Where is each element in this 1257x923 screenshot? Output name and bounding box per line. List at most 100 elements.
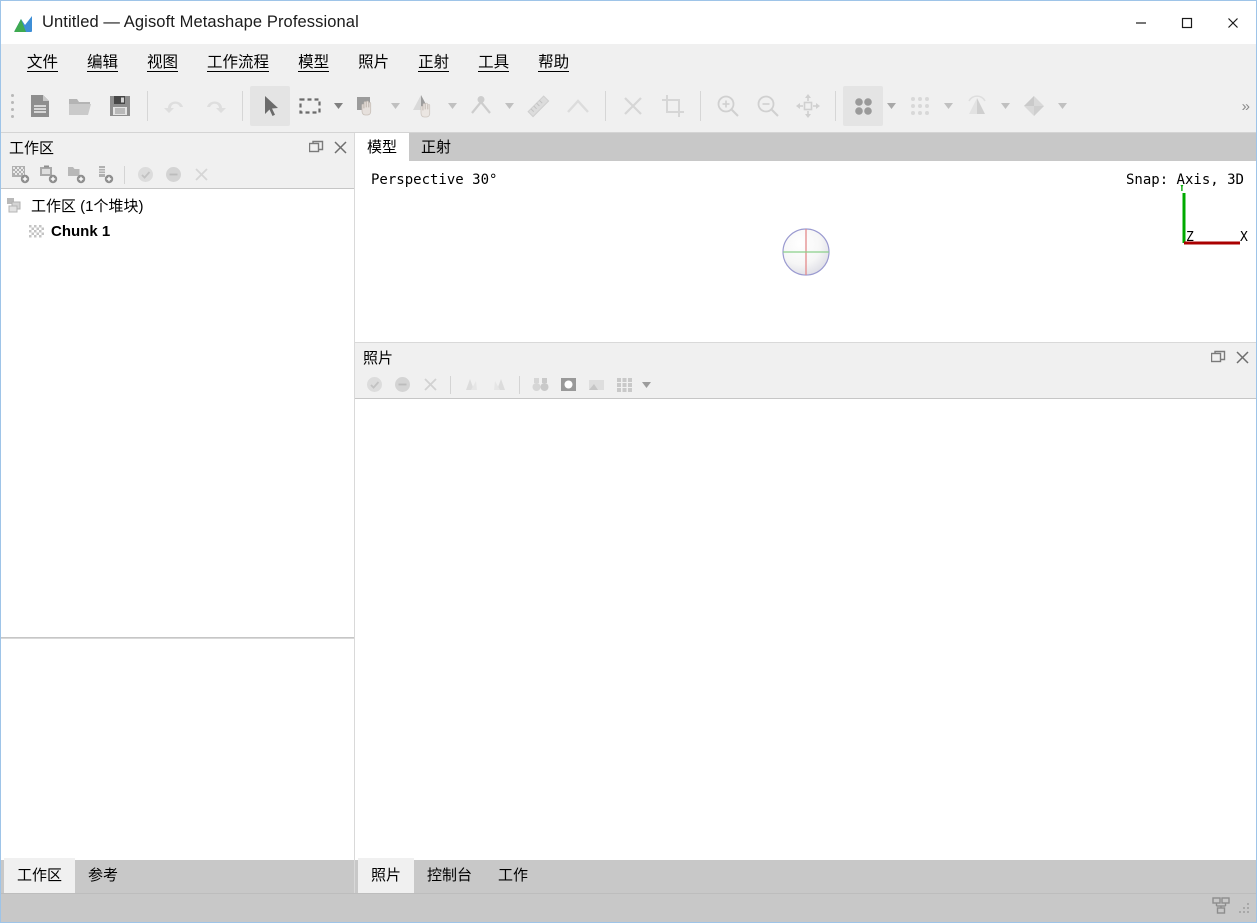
photos-close-button[interactable] xyxy=(1232,347,1252,367)
rotate-region-dropdown-arrow[interactable] xyxy=(501,86,518,126)
rectangle-selection-dropdown-arrow[interactable] xyxy=(330,86,347,126)
menu-file[interactable]: 文件 xyxy=(16,47,69,76)
remove-items-button[interactable] xyxy=(187,163,215,187)
chunk-label: Chunk 1 xyxy=(51,222,111,240)
tree-row-workspace-root[interactable]: 工作区 (1个堆块) xyxy=(1,192,354,218)
minimize-button[interactable] xyxy=(1118,1,1164,44)
move-region-button[interactable] xyxy=(347,86,387,126)
photos-undock-button[interactable] xyxy=(1208,347,1228,367)
mesh-shaded-view-button[interactable] xyxy=(957,86,997,126)
workspace-panel-toolbar xyxy=(1,161,354,188)
tab-console[interactable]: 控制台 xyxy=(414,858,485,893)
redo-button[interactable] xyxy=(195,86,235,126)
photo-details-button[interactable] xyxy=(554,373,582,397)
photos-panel-title: 照片 xyxy=(363,349,394,367)
main-area: 工作区 工作区 (1个堆块) Chunk 1 工作区 参考 模型 正射 Pers… xyxy=(1,133,1256,893)
add-folder-button[interactable] xyxy=(62,163,90,187)
workspace-lower-blank-area xyxy=(1,638,354,860)
ruler-button[interactable] xyxy=(518,86,558,126)
navigation-tool-button[interactable] xyxy=(250,86,290,126)
network-processing-icon[interactable] xyxy=(1211,896,1231,920)
new-project-button[interactable] xyxy=(20,86,60,126)
left-dock: 工作区 工作区 (1个堆块) Chunk 1 工作区 参考 xyxy=(1,133,354,893)
workspace-panel-header: 工作区 xyxy=(1,133,354,161)
disable-button[interactable] xyxy=(159,163,187,187)
save-project-button[interactable] xyxy=(100,86,140,126)
add-marker-button[interactable] xyxy=(90,163,118,187)
photos-list-area[interactable] xyxy=(355,398,1256,860)
menu-photo-label: 照片 xyxy=(358,54,390,71)
dense-cloud-dropdown-arrow[interactable] xyxy=(940,86,957,126)
svg-text:X: X xyxy=(1240,230,1248,245)
disable-photos-button[interactable] xyxy=(388,373,416,397)
remove-photos-button[interactable] xyxy=(416,373,444,397)
window-controls xyxy=(1118,1,1256,44)
model-viewport[interactable]: Perspective 30° Snap: Axis, 3D Z X Y xyxy=(355,161,1256,343)
photos-panel-header: 照片 xyxy=(355,343,1256,371)
open-project-button[interactable] xyxy=(60,86,100,126)
zoom-in-button[interactable] xyxy=(708,86,748,126)
photo-thumbnail-button[interactable] xyxy=(582,373,610,397)
menu-help[interactable]: 帮助 xyxy=(527,47,580,76)
view-trackball-icon[interactable] xyxy=(781,227,831,277)
toolbar-drag-handle[interactable] xyxy=(7,86,17,126)
tab-photos[interactable]: 照片 xyxy=(358,858,415,893)
rectangle-selection-button[interactable] xyxy=(290,86,330,126)
point-cloud-dropdown-arrow[interactable] xyxy=(883,86,900,126)
metashape-window: Untitled — Agisoft Metashape Professiona… xyxy=(0,0,1257,923)
thumbnail-grid-button[interactable] xyxy=(610,373,638,397)
dense-cloud-view-button[interactable] xyxy=(900,86,940,126)
zoom-out-button[interactable] xyxy=(748,86,788,126)
tab-jobs[interactable]: 工作 xyxy=(485,858,541,893)
photos-toolbar-separator xyxy=(450,375,451,394)
tab-workspace[interactable]: 工作区 xyxy=(4,858,76,893)
enable-photos-button[interactable] xyxy=(360,373,388,397)
status-bar xyxy=(1,893,1256,922)
toolbar-overflow-button[interactable]: » xyxy=(1238,80,1254,132)
point-cloud-view-button[interactable] xyxy=(843,86,883,126)
mesh-shaded-dropdown-arrow[interactable] xyxy=(997,86,1014,126)
menu-view[interactable]: 视图 xyxy=(136,47,189,76)
enable-button[interactable] xyxy=(131,163,159,187)
workspace-close-button[interactable] xyxy=(330,137,350,157)
menu-edit[interactable]: 编辑 xyxy=(76,47,129,76)
crop-selection-button[interactable] xyxy=(653,86,693,126)
resize-region-dropdown-arrow[interactable] xyxy=(444,86,461,126)
draw-polyline-button[interactable] xyxy=(558,86,598,126)
menu-tools[interactable]: 工具 xyxy=(467,47,520,76)
svg-text:Z: Z xyxy=(1186,230,1194,245)
workspace-panel-title: 工作区 xyxy=(9,139,55,157)
model-solid-dropdown-arrow[interactable] xyxy=(1054,86,1071,126)
maximize-button[interactable] xyxy=(1164,1,1210,44)
close-button[interactable] xyxy=(1210,1,1256,44)
add-photos-button[interactable] xyxy=(34,163,62,187)
tree-row-chunk[interactable]: Chunk 1 xyxy=(1,218,354,244)
match-photos-button[interactable] xyxy=(526,373,554,397)
model-solid-view-button[interactable] xyxy=(1014,86,1054,126)
reset-current-alignment-button[interactable] xyxy=(485,373,513,397)
resize-grip-icon[interactable] xyxy=(1237,901,1251,915)
menu-model[interactable]: 模型 xyxy=(287,47,340,76)
tab-reference[interactable]: 参考 xyxy=(75,858,131,893)
undo-button[interactable] xyxy=(155,86,195,126)
reset-camera-alignment-button[interactable] xyxy=(457,373,485,397)
chunk-icon xyxy=(29,224,44,238)
rotate-region-button[interactable] xyxy=(461,86,501,126)
menu-workflow[interactable]: 工作流程 xyxy=(196,47,280,76)
reset-view-button[interactable] xyxy=(788,86,828,126)
photos-toolbar-separator xyxy=(519,375,520,394)
title-bar: Untitled — Agisoft Metashape Professiona… xyxy=(1,1,1256,44)
menu-bar: 文件 编辑 视图 工作流程 模型 照片 正射 工具 帮助 xyxy=(1,44,1256,80)
view-tabs: 模型 正射 xyxy=(355,133,1256,161)
tab-model[interactable]: 模型 xyxy=(355,133,410,161)
resize-region-button[interactable] xyxy=(404,86,444,126)
menu-photo[interactable]: 照片 xyxy=(347,47,400,76)
move-region-dropdown-arrow[interactable] xyxy=(387,86,404,126)
workspace-undock-button[interactable] xyxy=(306,137,326,157)
delete-selection-button[interactable] xyxy=(613,86,653,126)
menu-ortho[interactable]: 正射 xyxy=(407,47,460,76)
menu-tools-label: 工具 xyxy=(478,54,510,72)
workspace-tree[interactable]: 工作区 (1个堆块) Chunk 1 xyxy=(1,188,354,638)
add-chunk-button[interactable] xyxy=(6,163,34,187)
tab-ortho[interactable]: 正射 xyxy=(409,133,463,161)
